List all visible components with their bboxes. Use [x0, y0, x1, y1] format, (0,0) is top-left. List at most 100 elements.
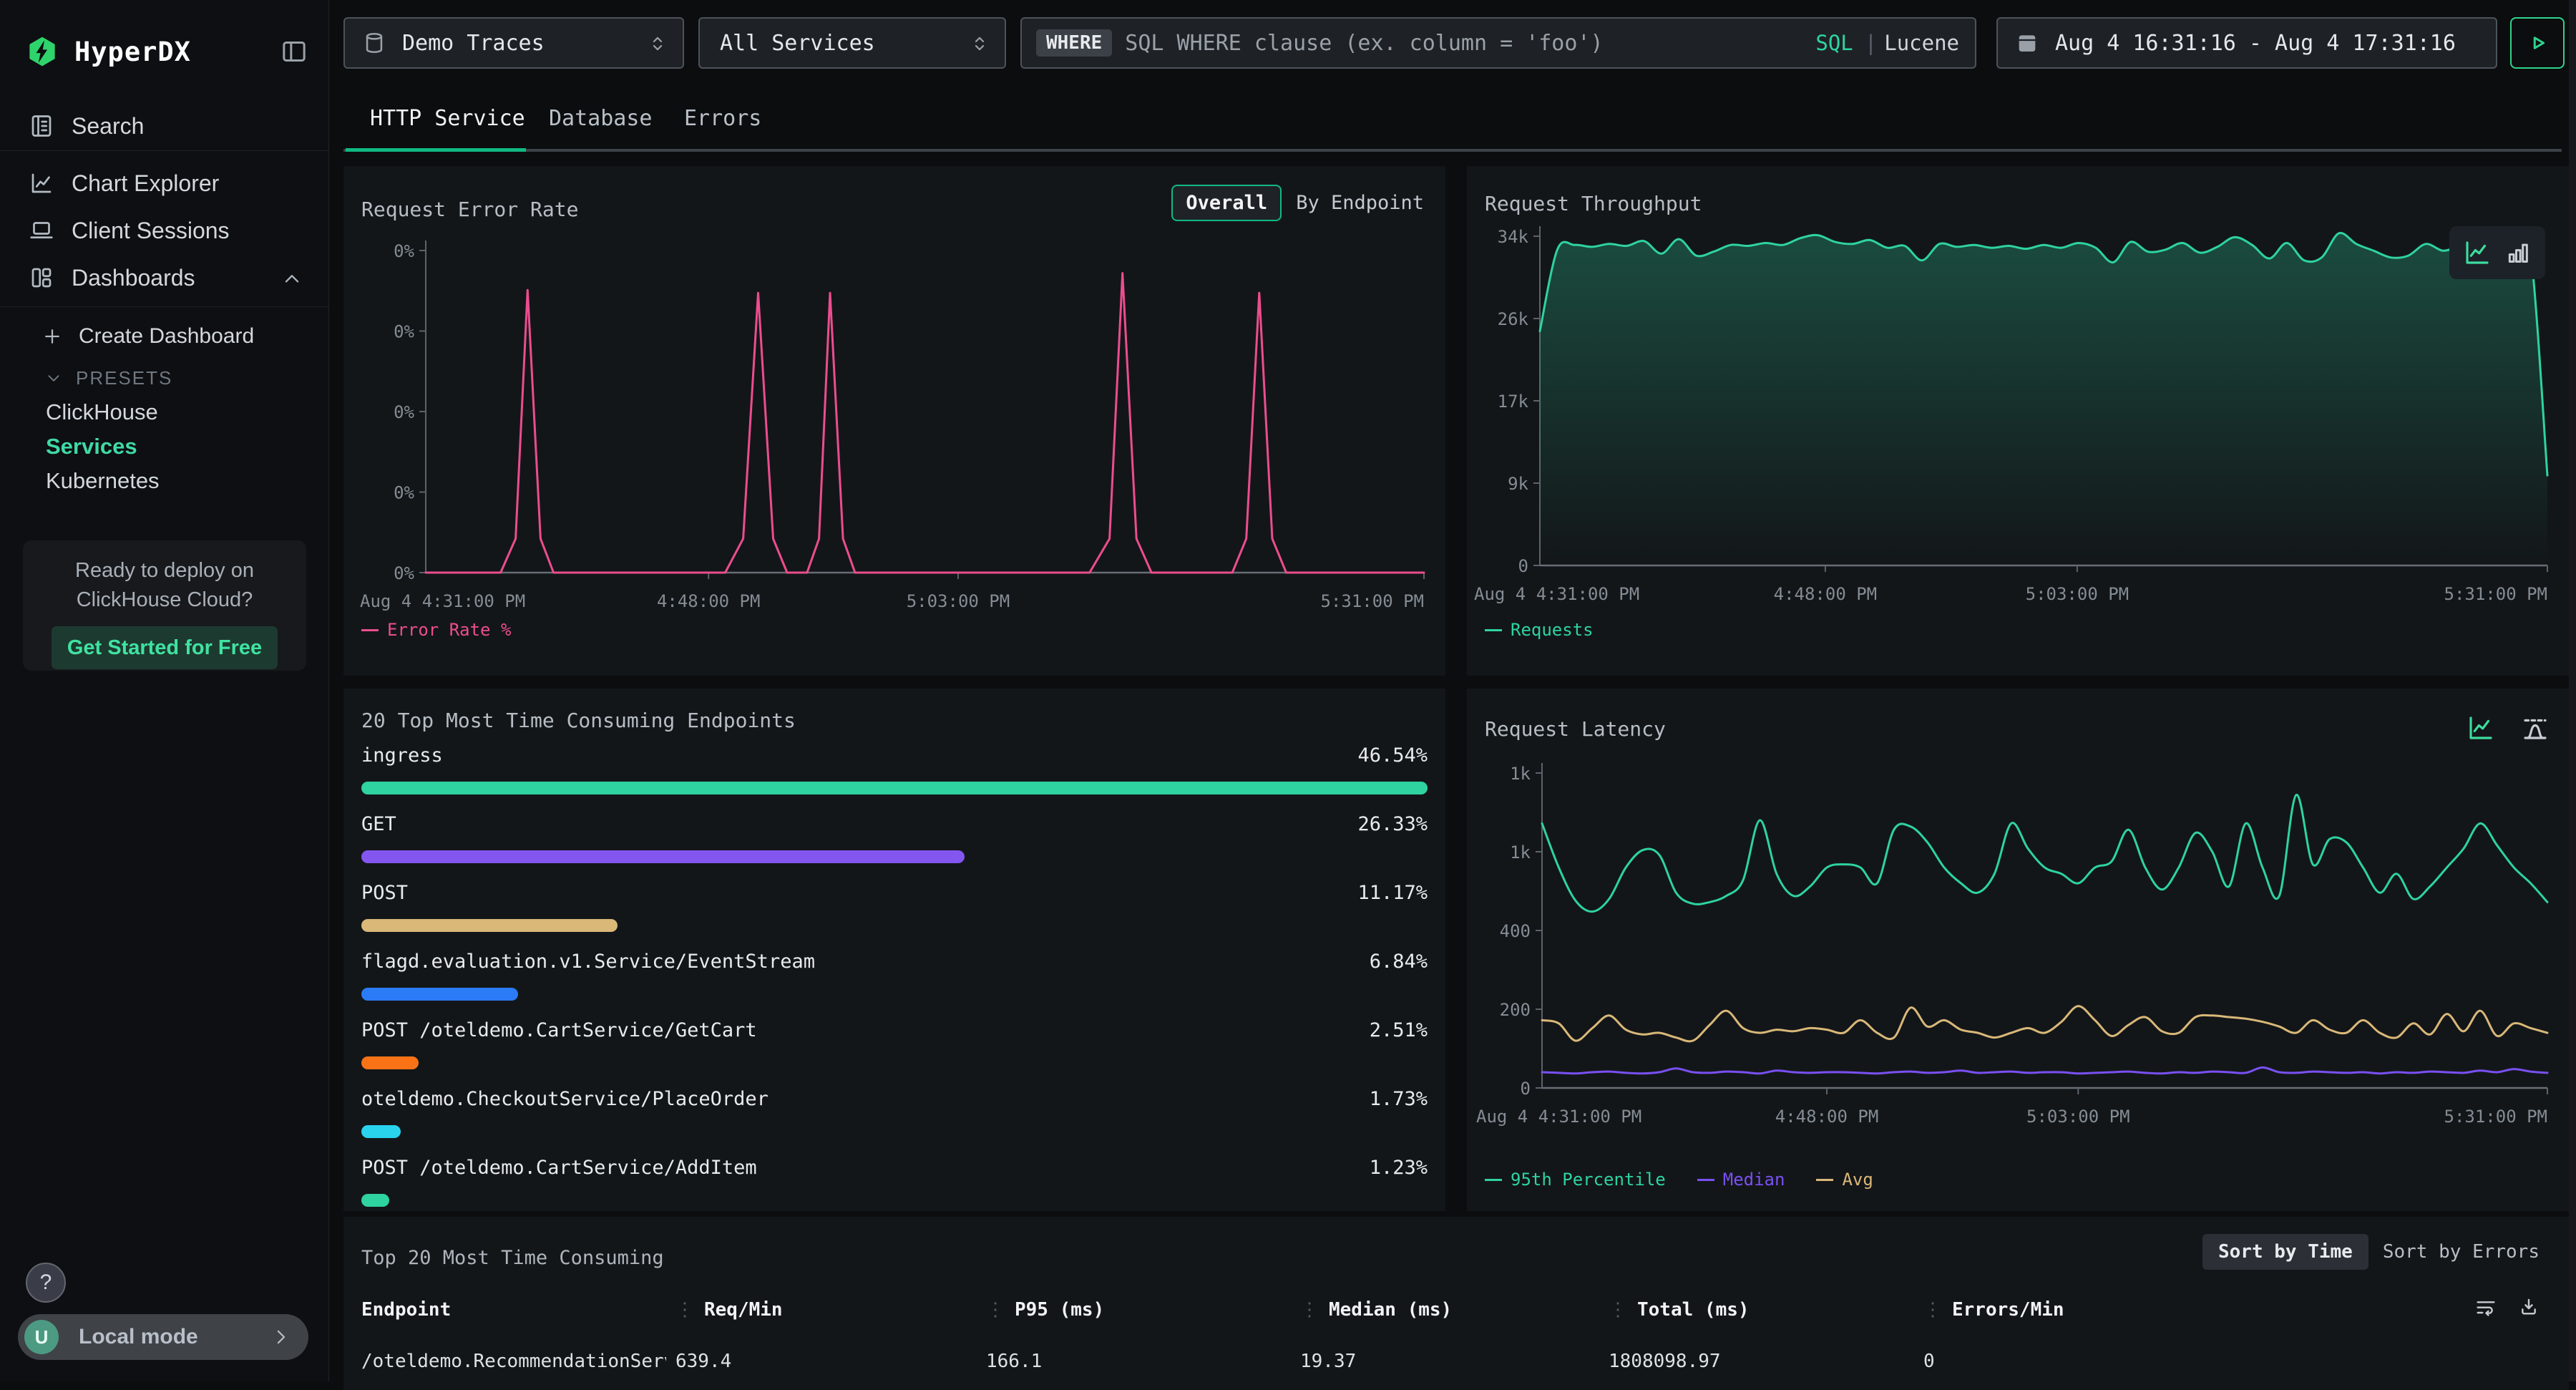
throughput-chart[interactable]: 34k26k17k9k0Aug 4 4:31:00 PM4:48:00 PM5:… [1467, 166, 2569, 676]
help-button[interactable]: ? [26, 1263, 66, 1303]
language-sql-toggle[interactable]: SQL [1815, 31, 1853, 55]
legend-label: Avg [1842, 1170, 1873, 1190]
layout-grid-icon [29, 265, 54, 291]
endpoint-row[interactable]: POST11.17% [361, 879, 1428, 932]
sidebar-item-client-sessions[interactable]: Client Sessions [0, 209, 329, 252]
line-chart-icon[interactable] [2466, 713, 2496, 743]
endpoint-bar [361, 850, 965, 863]
chevron-down-icon [44, 369, 63, 387]
legend-swatch [1697, 1179, 1714, 1181]
svg-text:0%: 0% [394, 241, 414, 261]
promo-line2: ClickHouse Cloud? [23, 588, 306, 612]
line-chart-icon[interactable] [2462, 238, 2492, 268]
search-input[interactable] [1125, 31, 1815, 56]
svg-text:17k: 17k [1498, 392, 1529, 412]
error-rate-chart[interactable]: 0%0%0%0%0%Aug 4 4:31:00 PM4:48:00 PM5:03… [343, 166, 1445, 676]
legend-label: 95th Percentile [1511, 1170, 1666, 1190]
download-icon[interactable] [2517, 1296, 2540, 1318]
presets-section-toggle[interactable]: PRESETS [44, 362, 172, 394]
endpoint-row[interactable]: oteldemo.CheckoutService/PlaceOrder1.73% [361, 1085, 1428, 1138]
endpoint-row[interactable]: flagd.evaluation.v1.Service/EventStream6… [361, 948, 1428, 1001]
user-menu[interactable]: U Local mode [18, 1314, 308, 1360]
laptop-icon [29, 218, 54, 243]
data-source-select[interactable]: Demo Traces [343, 17, 684, 69]
legend-item-requests[interactable]: Requests [1485, 620, 1594, 640]
column-header-req-min[interactable]: ⋮ Req/Min [675, 1296, 783, 1324]
endpoint-bar [361, 1056, 419, 1069]
select-chevrons-icon [969, 31, 990, 56]
bar-chart-icon[interactable] [2504, 238, 2532, 267]
endpoint-value: 26.33% [1357, 810, 1428, 839]
legend-item-95th-percentile[interactable]: 95th Percentile [1485, 1170, 1666, 1190]
svg-text:5:31:00 PM: 5:31:00 PM [1321, 591, 1425, 611]
service-select[interactable]: All Services [698, 17, 1006, 69]
endpoint-row[interactable]: GET26.33% [361, 810, 1428, 863]
top-endpoints-panel: 20 Top Most Time Consuming Endpoints ing… [343, 689, 1445, 1211]
latency-chart[interactable]: 1k1k4002000Aug 4 4:31:00 PM4:48:00 PM5:0… [1467, 689, 2569, 1211]
table-cell: /oteldemo.RecommendationServ [361, 1347, 666, 1376]
sidebar-item-dashboards[interactable]: Dashboards [0, 256, 329, 299]
endpoint-line: GET26.33% [361, 810, 1428, 839]
legend-item-avg[interactable]: Avg [1816, 1170, 1873, 1190]
where-clause-search[interactable]: WHERE SQL | Lucene [1020, 17, 1976, 69]
language-lucene-toggle[interactable]: Lucene [1884, 31, 1959, 55]
sidebar-preset-services[interactable]: Services [46, 429, 137, 464]
svg-text:4:48:00 PM: 4:48:00 PM [1774, 584, 1878, 604]
create-dashboard-label: Create Dashboard [79, 324, 254, 349]
sidebar: HyperDX Search Chart ExplorerClient Sessi… [0, 0, 329, 1381]
endpoint-label: POST /oteldemo.CartService/AddItem [361, 1154, 757, 1182]
column-header-p95-ms-[interactable]: ⋮ P95 (ms) [986, 1296, 1104, 1324]
scrollbar-track[interactable] [2569, 0, 2576, 1381]
endpoint-label: flagd.evaluation.v1.Service/EventStream [361, 948, 815, 976]
column-header-median-ms-[interactable]: ⋮Median (ms) [1300, 1296, 1452, 1324]
svg-text:0%: 0% [394, 563, 414, 583]
get-started-button[interactable]: Get Started for Free [52, 626, 278, 669]
column-header-endpoint[interactable]: Endpoint [361, 1296, 451, 1324]
column-label: Req/Min [704, 1299, 783, 1321]
legend-item-error-rate-[interactable]: Error Rate % [361, 620, 511, 640]
user-mode-label: Local mode [79, 1325, 270, 1349]
column-grip-handle[interactable]: ⋮ [986, 1299, 1005, 1321]
sidebar-collapse-icon[interactable] [280, 37, 308, 66]
table-cell: 166.1 [986, 1347, 1042, 1376]
tab-database[interactable]: Database [549, 89, 653, 152]
sidebar-item-search[interactable]: Search [0, 105, 329, 147]
svg-text:0%: 0% [394, 402, 414, 422]
legend-item-median[interactable]: Median [1697, 1170, 1785, 1190]
table-cell: 19.37 [1300, 1347, 1356, 1376]
hyperdx-logo-icon [26, 35, 59, 68]
journal-icon [29, 113, 54, 139]
language-separator: | [1865, 31, 1877, 55]
create-dashboard-button[interactable]: Create Dashboard [42, 318, 254, 355]
text-wrap-icon[interactable] [2474, 1296, 2497, 1318]
run-query-button[interactable] [2510, 17, 2565, 69]
sort-button-sort-by-time[interactable]: Sort by Time [2202, 1234, 2368, 1270]
svg-text:1k: 1k [1510, 764, 1531, 784]
sidebar-preset-kubernetes[interactable]: Kubernetes [46, 464, 160, 498]
sort-button-sort-by-errors[interactable]: Sort by Errors [2379, 1234, 2544, 1270]
time-range-picker[interactable]: Aug 4 16:31:16 - Aug 4 17:31:16 [1996, 17, 2497, 69]
sidebar-preset-clickhouse[interactable]: ClickHouse [46, 395, 158, 429]
column-grip-handle[interactable]: ⋮ [1923, 1299, 1942, 1321]
column-label: Errors/Min [1952, 1299, 2064, 1321]
svg-text:Aug 4 4:31:00 PM: Aug 4 4:31:00 PM [360, 591, 525, 611]
dashboard-content: Request Error Rate OverallBy Endpoint 0%… [329, 152, 2576, 1381]
endpoint-row[interactable]: POST /oteldemo.CartService/AddItem1.23% [361, 1154, 1428, 1207]
column-header-errors-min[interactable]: ⋮ Errors/Min [1923, 1296, 2064, 1324]
tab-errors[interactable]: Errors [684, 89, 761, 152]
tab-http-service[interactable]: HTTP Service [370, 89, 525, 152]
request-throughput-panel: Request Throughput 34k26k17k9k0Aug 4 4:3… [1467, 166, 2569, 676]
endpoint-row[interactable]: ingress46.54% [361, 742, 1428, 794]
column-header-total-ms-[interactable]: ⋮Total (ms) [1609, 1296, 1750, 1324]
sidebar-item-chart-explorer[interactable]: Chart Explorer [0, 162, 329, 205]
brand-name: HyperDX [74, 37, 280, 67]
histogram-icon[interactable] [2520, 713, 2550, 743]
endpoint-row[interactable]: POST /oteldemo.CartService/GetCart2.51% [361, 1016, 1428, 1069]
request-latency-panel: Request Latency 1k1k4002000Aug 4 4:31:00… [1467, 689, 2569, 1211]
column-label: P95 (ms) [1015, 1299, 1104, 1321]
endpoint-line: POST /oteldemo.CartService/AddItem1.23% [361, 1154, 1428, 1182]
column-grip-handle[interactable]: ⋮ [1300, 1299, 1319, 1321]
column-grip-handle[interactable]: ⋮ [675, 1299, 694, 1321]
sidebar-divider [0, 150, 329, 151]
column-grip-handle[interactable]: ⋮ [1609, 1299, 1627, 1321]
